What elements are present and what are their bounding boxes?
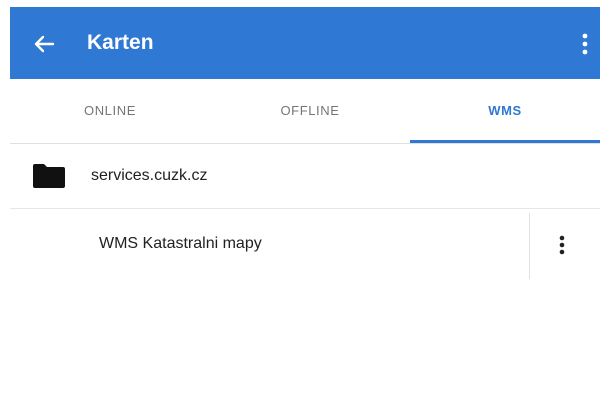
divider (529, 213, 530, 279)
tab-online[interactable]: ONLINE (10, 79, 210, 143)
item-menu-button[interactable] (540, 223, 584, 267)
folder-icon (33, 164, 65, 188)
app-bar: Karten (10, 7, 600, 79)
screen: Karten ONLINE OFFLINE WMS services.cuzk.… (10, 7, 600, 405)
more-vert-icon (582, 33, 588, 55)
overflow-menu-button[interactable] (570, 28, 600, 60)
active-tab-indicator (410, 140, 600, 143)
list-item-label: WMS Katastralni mapy (99, 235, 262, 252)
folder-label: services.cuzk.cz (91, 167, 208, 184)
tab-wms[interactable]: WMS (410, 79, 600, 143)
folder-row[interactable]: services.cuzk.cz (10, 144, 600, 209)
page-title: Karten (87, 31, 154, 54)
tab-bar: ONLINE OFFLINE WMS (10, 79, 600, 144)
arrow-left-icon (34, 35, 55, 53)
back-button[interactable] (28, 29, 60, 59)
tab-offline[interactable]: OFFLINE (210, 79, 410, 143)
more-vert-icon (559, 235, 565, 255)
list-item[interactable]: WMS Katastralni mapy (10, 209, 600, 279)
